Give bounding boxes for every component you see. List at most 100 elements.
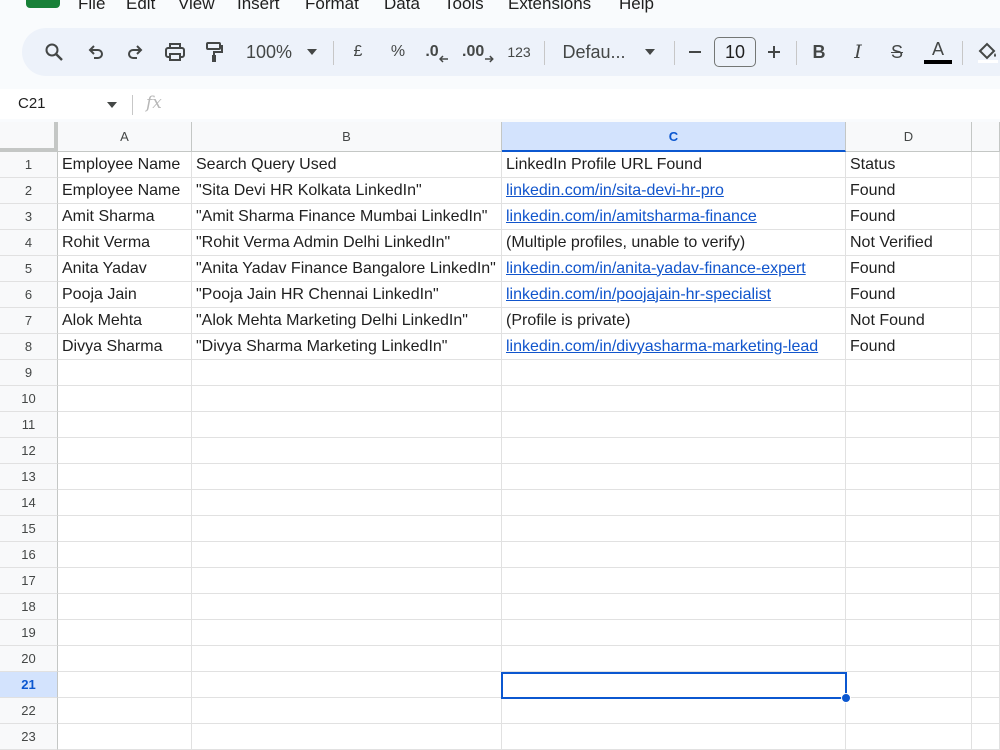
- grid-cell[interactable]: [972, 360, 1000, 386]
- grid-cell[interactable]: [192, 438, 502, 464]
- grid-cell[interactable]: Not Verified: [846, 230, 972, 256]
- grid-cell[interactable]: [846, 386, 972, 412]
- profile-link[interactable]: linkedin.com/in/divyasharma-marketing-le…: [506, 338, 818, 356]
- menu-edit[interactable]: Edit: [126, 0, 155, 14]
- grid-cell[interactable]: "Anita Yadav Finance Bangalore LinkedIn": [192, 256, 502, 282]
- menu-view[interactable]: View: [178, 0, 215, 14]
- grid-cell[interactable]: Employee Name: [58, 178, 192, 204]
- grid-cell[interactable]: [192, 464, 502, 490]
- sheets-logo[interactable]: [26, 0, 60, 8]
- grid-cell[interactable]: [192, 360, 502, 386]
- row-header[interactable]: 7: [0, 308, 58, 334]
- undo-button[interactable]: [82, 36, 110, 68]
- grid-cell[interactable]: [972, 516, 1000, 542]
- grid-cell[interactable]: [846, 594, 972, 620]
- grid-cell[interactable]: linkedin.com/in/anita-yadav-finance-expe…: [502, 256, 846, 282]
- grid-cell[interactable]: [846, 412, 972, 438]
- zoom-select[interactable]: 100%: [242, 36, 296, 68]
- grid-cell[interactable]: [58, 464, 192, 490]
- grid-cell[interactable]: [846, 646, 972, 672]
- name-box[interactable]: C21: [18, 95, 46, 112]
- grid-cell[interactable]: [502, 672, 846, 698]
- grid-cell[interactable]: Anita Yadav: [58, 256, 192, 282]
- profile-link[interactable]: linkedin.com/in/anita-yadav-finance-expe…: [506, 260, 806, 278]
- grid-cell[interactable]: [192, 386, 502, 412]
- menu-data[interactable]: Data: [384, 0, 420, 14]
- grid-cell[interactable]: [972, 282, 1000, 308]
- grid-cell[interactable]: [58, 594, 192, 620]
- grid-cell[interactable]: [972, 230, 1000, 256]
- grid-cell[interactable]: [972, 334, 1000, 360]
- italic-button[interactable]: I: [845, 36, 871, 68]
- grid-cell[interactable]: "Pooja Jain HR Chennai LinkedIn": [192, 282, 502, 308]
- grid-cell[interactable]: [972, 672, 1000, 698]
- grid-cell[interactable]: [58, 438, 192, 464]
- menu-file[interactable]: File: [78, 0, 105, 14]
- row-header[interactable]: 2: [0, 178, 58, 204]
- row-header[interactable]: 22: [0, 698, 58, 724]
- grid-cell[interactable]: Found: [846, 256, 972, 282]
- decrease-decimal-button[interactable]: .0: [422, 36, 452, 68]
- menu-format[interactable]: Format: [305, 0, 359, 14]
- grid-cell[interactable]: [502, 490, 846, 516]
- grid-cell[interactable]: Employee Name: [58, 152, 192, 178]
- grid-cell[interactable]: [192, 490, 502, 516]
- grid-cell[interactable]: [192, 516, 502, 542]
- grid-cell[interactable]: [972, 204, 1000, 230]
- column-header-overflow[interactable]: [972, 122, 1000, 152]
- grid-cell[interactable]: [192, 594, 502, 620]
- column-header-c[interactable]: C: [502, 122, 846, 152]
- grid-cell[interactable]: [58, 542, 192, 568]
- zoom-dropdown[interactable]: [302, 36, 322, 68]
- grid-cell[interactable]: [972, 594, 1000, 620]
- grid-cell[interactable]: [502, 646, 846, 672]
- font-family-select[interactable]: Defau...: [558, 36, 630, 68]
- grid-cell[interactable]: [58, 516, 192, 542]
- grid-cell[interactable]: LinkedIn Profile URL Found: [502, 152, 846, 178]
- grid-cell[interactable]: Found: [846, 178, 972, 204]
- grid-cell[interactable]: (Multiple profiles, unable to verify): [502, 230, 846, 256]
- grid-cell[interactable]: Found: [846, 282, 972, 308]
- grid-cell[interactable]: linkedin.com/in/amitsharma-finance: [502, 204, 846, 230]
- currency-format-button[interactable]: £: [346, 36, 370, 68]
- caret-down-icon[interactable]: [106, 101, 118, 109]
- grid-cell[interactable]: Alok Mehta: [58, 308, 192, 334]
- grid-cell[interactable]: [58, 386, 192, 412]
- grid-cell[interactable]: [846, 672, 972, 698]
- grid-cell[interactable]: [58, 490, 192, 516]
- grid-cell[interactable]: Search Query Used: [192, 152, 502, 178]
- grid-cell[interactable]: [58, 698, 192, 724]
- row-header[interactable]: 23: [0, 724, 58, 750]
- print-button[interactable]: [161, 36, 189, 68]
- row-header[interactable]: 18: [0, 594, 58, 620]
- profile-link[interactable]: linkedin.com/in/poojajain-hr-specialist: [506, 286, 771, 304]
- grid-cell[interactable]: [58, 724, 192, 750]
- row-header[interactable]: 20: [0, 646, 58, 672]
- grid-cell[interactable]: linkedin.com/in/divyasharma-marketing-le…: [502, 334, 846, 360]
- grid-cell[interactable]: [58, 620, 192, 646]
- formula-input[interactable]: [180, 95, 980, 115]
- increase-font-size-button[interactable]: [763, 36, 785, 68]
- grid-cell[interactable]: [502, 464, 846, 490]
- select-all-corner[interactable]: [0, 122, 58, 152]
- grid-cell[interactable]: "Sita Devi HR Kolkata LinkedIn": [192, 178, 502, 204]
- row-header[interactable]: 17: [0, 568, 58, 594]
- row-header[interactable]: 14: [0, 490, 58, 516]
- grid-cell[interactable]: "Rohit Verma Admin Delhi LinkedIn": [192, 230, 502, 256]
- percent-format-button[interactable]: %: [386, 36, 410, 68]
- grid-cell[interactable]: [972, 646, 1000, 672]
- row-header[interactable]: 12: [0, 438, 58, 464]
- grid-cell[interactable]: [972, 256, 1000, 282]
- grid-cell[interactable]: linkedin.com/in/sita-devi-hr-pro: [502, 178, 846, 204]
- row-header[interactable]: 10: [0, 386, 58, 412]
- grid-cell[interactable]: [972, 308, 1000, 334]
- grid-cell[interactable]: linkedin.com/in/poojajain-hr-specialist: [502, 282, 846, 308]
- grid-cell[interactable]: [192, 568, 502, 594]
- grid-cell[interactable]: Divya Sharma: [58, 334, 192, 360]
- grid-cell[interactable]: [192, 646, 502, 672]
- grid-cell[interactable]: [192, 412, 502, 438]
- grid-cell[interactable]: Amit Sharma: [58, 204, 192, 230]
- grid-cell[interactable]: [58, 672, 192, 698]
- grid-cell[interactable]: [846, 724, 972, 750]
- grid-cell[interactable]: "Amit Sharma Finance Mumbai LinkedIn": [192, 204, 502, 230]
